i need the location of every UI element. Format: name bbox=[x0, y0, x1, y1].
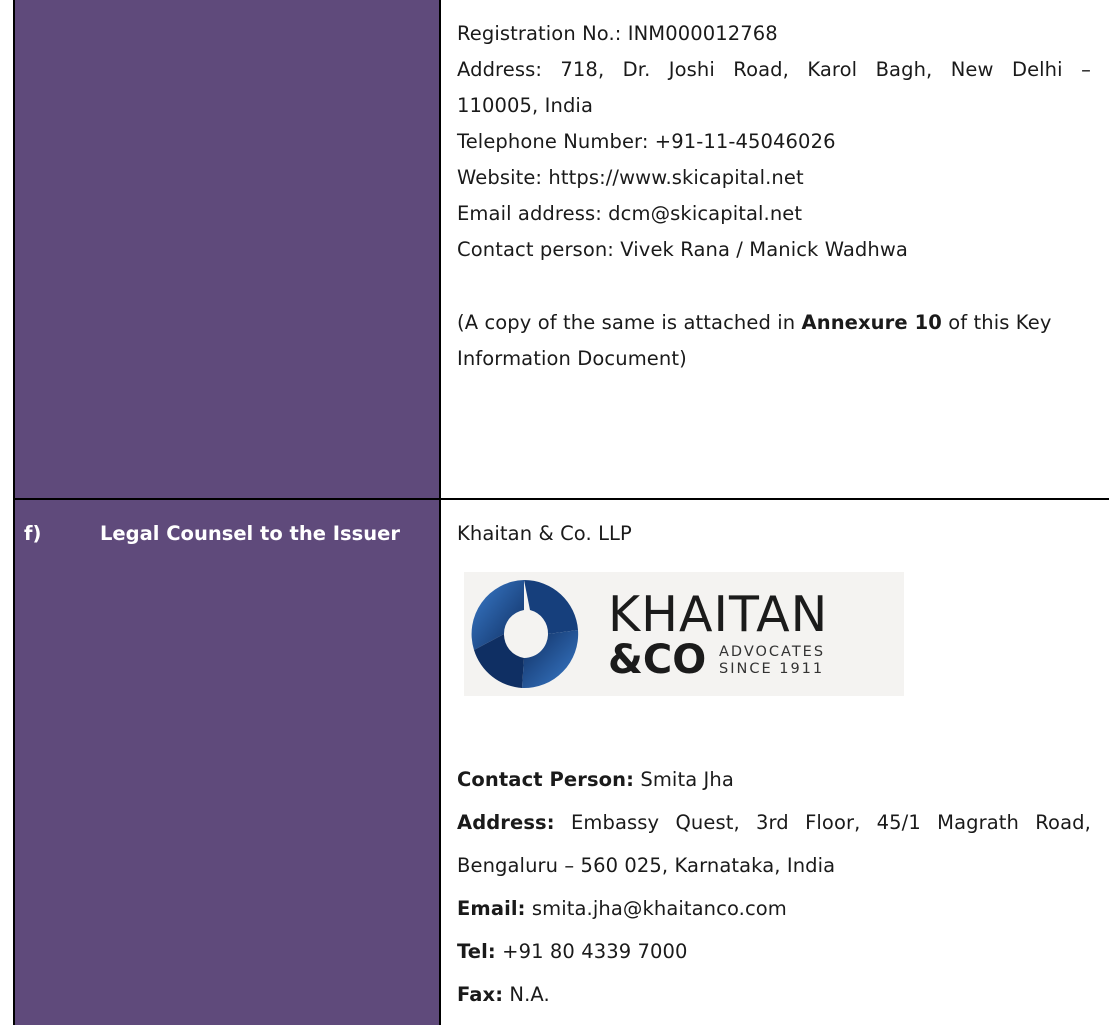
word: Road, bbox=[733, 58, 789, 81]
word: Address: bbox=[457, 58, 543, 81]
firm-name: Khaitan & Co. LLP bbox=[457, 522, 632, 545]
contact-value: Smita Jha bbox=[634, 768, 734, 791]
address-line-1: Address: 718, Dr. Joshi Road, Karol Bagh… bbox=[457, 60, 1091, 80]
logo-word-since: SINCE 1911 bbox=[719, 661, 825, 677]
word: 3rd bbox=[756, 811, 789, 834]
word: New bbox=[950, 58, 994, 81]
annex-text: (A copy of the same is attached in bbox=[457, 311, 802, 334]
word: – bbox=[1081, 58, 1091, 81]
website[interactable]: Website: https://www.skicapital.net bbox=[457, 168, 804, 188]
annex-text: of this Key bbox=[941, 311, 1052, 334]
word: Quest, bbox=[675, 811, 740, 834]
logo-word-co: &CO bbox=[608, 637, 707, 683]
item-letter: f) bbox=[24, 522, 42, 545]
fax: Fax: N.A. bbox=[457, 985, 550, 1005]
telephone: Tel: +91 80 4339 7000 bbox=[457, 942, 688, 962]
address-line-2: Bengaluru – 560 025, Karnataka, India bbox=[457, 854, 836, 877]
annexure-note-line-2: Information Document) bbox=[457, 347, 687, 370]
word: Floor, bbox=[805, 811, 861, 834]
telephone-number: Telephone Number: +91-11-45046026 bbox=[457, 130, 836, 153]
row-label-cell bbox=[13, 0, 439, 498]
word: Dr. bbox=[622, 58, 651, 81]
email-label: Email: bbox=[457, 897, 526, 920]
address-label: Address: bbox=[457, 811, 555, 834]
word: Magrath bbox=[937, 811, 1019, 834]
word: 45/1 bbox=[876, 811, 921, 834]
email-address[interactable]: Email address: dcm@skicapital.net bbox=[457, 204, 802, 224]
annexure-note: (A copy of the same is attached in Annex… bbox=[457, 313, 1051, 333]
registration-number: Registration No.: INM000012768 bbox=[457, 22, 778, 45]
contact-person: Contact person: Vivek Rana / Manick Wadh… bbox=[457, 238, 908, 261]
tel-label: Tel: bbox=[457, 940, 496, 963]
khaitan-logo: KHAITAN &CO ADVOCATES SINCE 1911 bbox=[464, 572, 904, 696]
word: Bagh, bbox=[875, 58, 933, 81]
email: Email: smita.jha@khaitanco.com bbox=[457, 899, 787, 919]
word: Joshi bbox=[668, 58, 715, 81]
table-row-merchant-banker: Registration No.: INM000012768 Address: … bbox=[0, 0, 1109, 498]
email-value[interactable]: smita.jha@khaitanco.com bbox=[526, 897, 787, 920]
contact-label: Contact Person: bbox=[457, 768, 635, 791]
word: Road, bbox=[1035, 811, 1091, 834]
annexure-reference: Annexure 10 bbox=[801, 311, 942, 334]
row-label-cell: f) Legal Counsel to the Issuer bbox=[13, 498, 439, 1025]
word: Delhi bbox=[1011, 58, 1063, 81]
address-line-1: Address: Embassy Quest, 3rd Floor, 45/1 … bbox=[457, 813, 1091, 833]
address-line-2: 110005, India bbox=[457, 94, 593, 117]
word: Embassy bbox=[570, 811, 660, 834]
info-table: Registration No.: INM000012768 Address: … bbox=[0, 0, 1109, 1025]
word: 718, bbox=[560, 58, 605, 81]
fax-label: Fax: bbox=[457, 983, 504, 1006]
tel-value: +91 80 4339 7000 bbox=[495, 940, 688, 963]
logo-word-khaitan: KHAITAN bbox=[608, 586, 829, 643]
item-title: Legal Counsel to the Issuer bbox=[100, 522, 400, 545]
fax-value: N.A. bbox=[503, 983, 550, 1006]
word: Karol bbox=[807, 58, 858, 81]
logo-word-advocates: ADVOCATES bbox=[719, 644, 826, 660]
contact-person: Contact Person: Smita Jha bbox=[457, 770, 734, 790]
row-content-cell: Registration No.: INM000012768 Address: … bbox=[439, 0, 1109, 498]
